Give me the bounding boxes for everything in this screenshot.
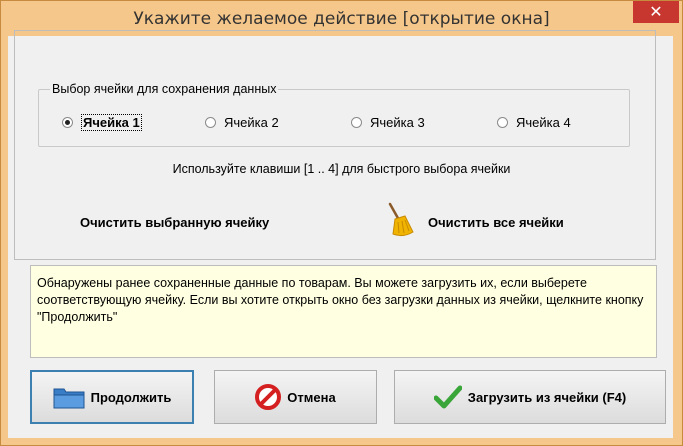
radio-cell-1[interactable]: Ячейка 1 — [62, 112, 142, 132]
broom-icon[interactable] — [385, 202, 415, 238]
radio-cell-4-label[interactable]: Ячейка 4 — [516, 115, 571, 130]
no-entry-icon — [255, 384, 282, 410]
continue-button-label: Продолжить — [90, 389, 172, 405]
load-from-cell-button[interactable]: Загрузить из ячейки (F4) — [394, 370, 666, 424]
info-message: Обнаружены ранее сохраненные данные по т… — [30, 265, 657, 358]
radio-cell-2[interactable]: Ячейка 2 — [205, 112, 279, 132]
load-from-cell-button-label: Загрузить из ячейки (F4) — [467, 389, 627, 405]
cancel-button-label: Отмена — [287, 389, 336, 405]
shortcut-hint: Используйте клавиши [1 .. 4] для быстрог… — [172, 162, 511, 176]
checkmark-icon — [433, 385, 462, 409]
continue-button[interactable]: Продолжить — [30, 370, 194, 424]
radio-cell-2-label[interactable]: Ячейка 2 — [224, 115, 279, 130]
clear-all-cells-link[interactable]: Очистить все ячейки — [428, 215, 564, 230]
clear-selected-cell-link[interactable]: Очистить выбранную ячейку — [80, 215, 269, 230]
radio-cell-1-label[interactable]: Ячейка 1 — [81, 113, 142, 131]
radio-cell-3-label[interactable]: Ячейка 3 — [370, 115, 425, 130]
cell-selection-legend: Выбор ячейки для сохранения данных — [50, 82, 279, 96]
radio-unchecked-icon[interactable] — [497, 116, 508, 128]
close-button[interactable]: ✕ — [633, 1, 679, 23]
radio-cell-3[interactable]: Ячейка 3 — [351, 112, 425, 132]
cancel-button[interactable]: Отмена — [214, 370, 377, 424]
radio-unchecked-icon[interactable] — [351, 116, 362, 128]
radio-cell-4[interactable]: Ячейка 4 — [497, 112, 571, 132]
folder-icon — [53, 385, 85, 409]
radio-checked-icon[interactable] — [62, 116, 73, 128]
radio-unchecked-icon[interactable] — [205, 116, 216, 128]
